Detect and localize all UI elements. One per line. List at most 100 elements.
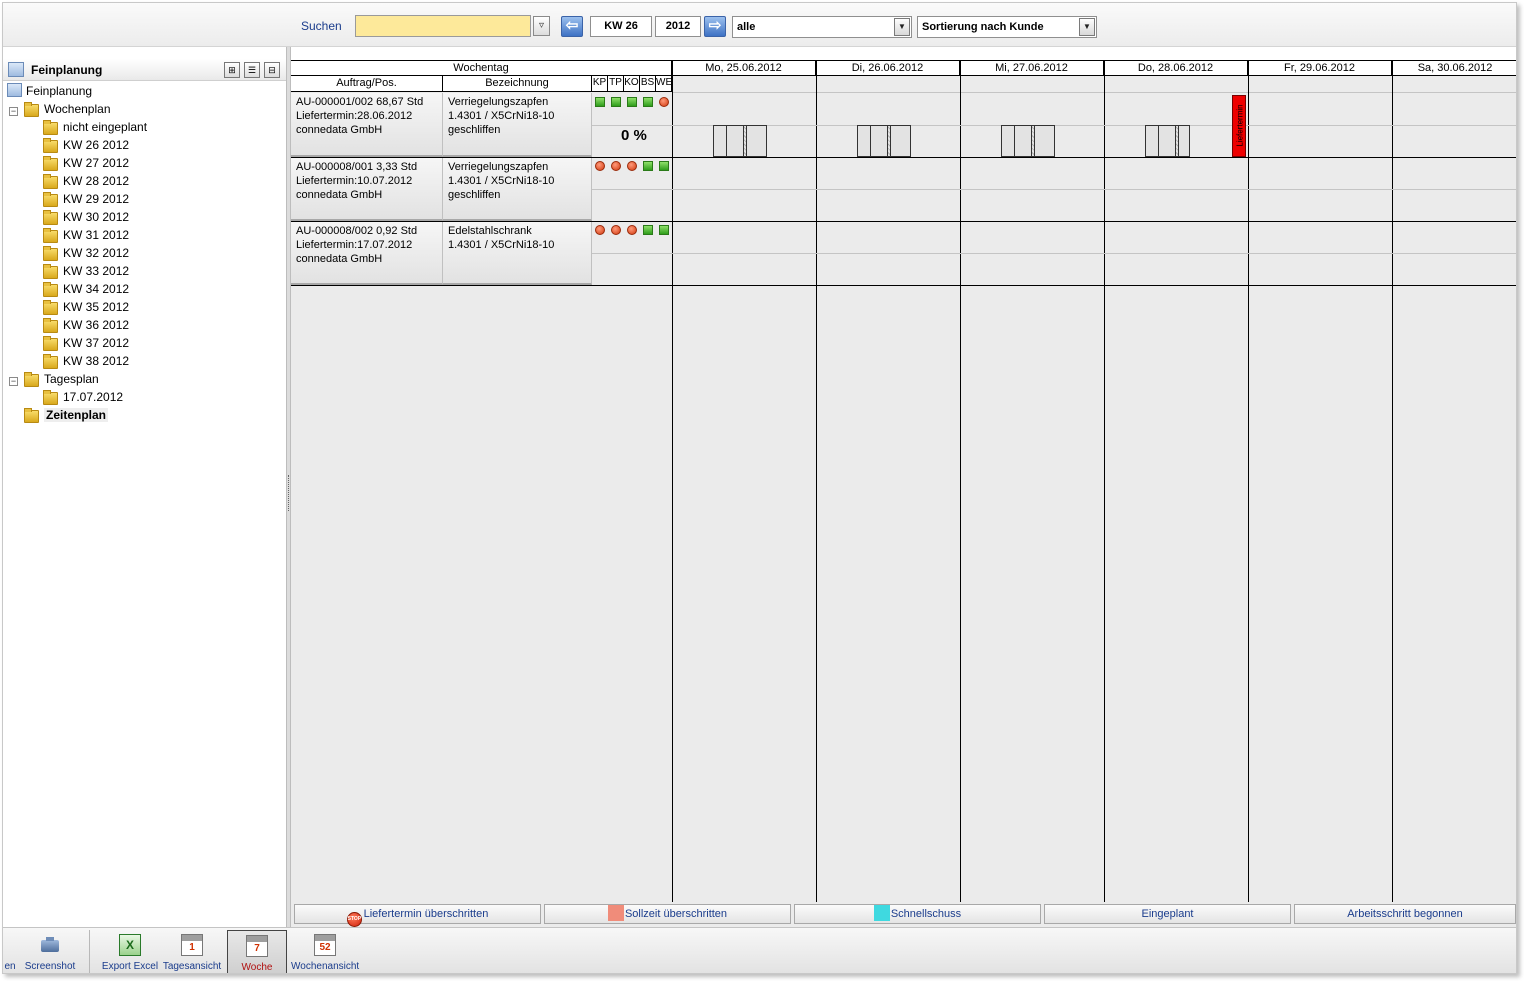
tree-item-week[interactable]: KW 26 2012	[43, 136, 129, 154]
taskbar-button-partial[interactable]: en	[3, 930, 17, 973]
tree-item-week[interactable]: KW 28 2012	[43, 172, 129, 190]
tree-item-label: KW 29 2012	[63, 192, 130, 206]
list-view-button[interactable]: ☰	[244, 62, 260, 78]
chevron-down-icon[interactable]: ▼	[894, 18, 910, 36]
schedule-bar[interactable]	[890, 125, 911, 157]
tree-item-week[interactable]: KW 38 2012	[43, 352, 129, 370]
tree-item-zeitenplan[interactable]: Zeitenplan	[24, 406, 109, 424]
week-field[interactable]: KW 26	[590, 16, 652, 37]
folder-icon	[43, 335, 58, 351]
schedule-bar[interactable]	[870, 125, 888, 157]
customer-name: connedata GmbH	[296, 189, 383, 201]
day-header[interactable]: Mi, 27.06.2012	[960, 61, 1104, 76]
tree-item-tagesplan[interactable]: Tagesplan	[24, 370, 99, 388]
tree-item-label: KW 32 2012	[63, 246, 130, 260]
tree-item-week[interactable]: KW 33 2012	[43, 262, 129, 280]
tree-item-label: Tagesplan	[44, 372, 99, 386]
process-line: geschliffen	[448, 189, 501, 201]
tree-item-week[interactable]: KW 31 2012	[43, 226, 129, 244]
day-view-button[interactable]: 1 Tagesansicht	[161, 930, 223, 973]
arrow-left-icon: ⇦	[565, 17, 579, 34]
table-row-order[interactable]: AU-000008/002 0,92 Std Liefertermin:17.0…	[291, 222, 443, 285]
taskbar-label: Wochenansicht	[291, 961, 360, 972]
tree-item-day[interactable]: 17.07.2012	[43, 388, 123, 406]
tree-item-feinplanung[interactable]: Feinplanung	[7, 82, 92, 100]
deadline-marker-label: Liefertermin	[1235, 104, 1245, 147]
table-row-description[interactable]: Edelstahlschrank 1.4301 / X5CrNi18-10	[443, 222, 592, 285]
table-row-order[interactable]: AU-000008/001 3,33 Std Liefertermin:10.0…	[291, 158, 443, 221]
delivery-date: Liefertermin:17.07.2012	[296, 239, 413, 251]
collapse-tree-button[interactable]: ⊟	[264, 62, 280, 78]
legend-rush-order[interactable]: Schnellschuss	[794, 904, 1041, 924]
tree-item-label: KW 34 2012	[63, 282, 130, 296]
schedule-bar[interactable]	[726, 125, 744, 157]
collapse-toggle[interactable]: −	[9, 107, 18, 116]
tree-item-week[interactable]: KW 37 2012	[43, 334, 129, 352]
grid-line	[1248, 61, 1249, 903]
tree-item-week[interactable]: KW 30 2012	[43, 208, 129, 226]
search-input[interactable]	[355, 15, 531, 37]
search-dropdown-button[interactable]: ▿	[533, 16, 550, 36]
deadline-marker[interactable]: Liefertermin	[1232, 95, 1246, 157]
tree-item-week[interactable]: nicht eingeplant	[43, 118, 147, 136]
table-row-description[interactable]: Verriegelungszapfen 1.4301 / X5CrNi18-10…	[443, 93, 592, 157]
expand-tree-button[interactable]: ⊞	[224, 62, 240, 78]
column-header-description[interactable]: Bezeichnung	[443, 76, 592, 92]
next-week-button[interactable]: ⇨	[704, 16, 726, 37]
legend-label: Eingeplant	[1141, 908, 1194, 920]
schedule-bar[interactable]	[1178, 125, 1190, 157]
tree-item-wochenplan[interactable]: Wochenplan	[24, 100, 111, 118]
sort-select-value: Sortierung nach Kunde	[922, 21, 1044, 33]
tree-item-week[interactable]: KW 29 2012	[43, 190, 129, 208]
calendar-weeks-icon: 52	[314, 934, 336, 956]
table-row-description[interactable]: Verriegelungszapfen 1.4301 / X5CrNi18-10…	[443, 158, 592, 221]
schedule-bar[interactable]	[1145, 125, 1159, 157]
tree-item-label: KW 30 2012	[63, 210, 130, 224]
app-window: Suchen ▿ ⇦ KW 26 2012 ⇨ alle ▼ Sortierun…	[2, 2, 1517, 974]
table-row-order[interactable]: AU-000001/002 68,67 Std Liefertermin:28.…	[291, 93, 443, 157]
sort-select[interactable]: Sortierung nach Kunde ▼	[917, 16, 1097, 38]
filter-select[interactable]: alle ▼	[732, 16, 912, 38]
export-excel-button[interactable]: X Export Excel	[99, 930, 161, 973]
legend-target-time-exceeded[interactable]: Sollzeit überschritten	[544, 904, 791, 924]
tree-item-week[interactable]: KW 27 2012	[43, 154, 129, 172]
chevron-down-icon[interactable]: ▼	[1079, 18, 1095, 36]
tree-item-label: Feinplanung	[26, 84, 93, 98]
schedule-bar[interactable]	[1001, 125, 1015, 157]
column-header-order[interactable]: Auftrag/Pos.	[291, 76, 443, 92]
week-button[interactable]: 7 Woche	[227, 930, 287, 973]
splitter-grip[interactable]	[288, 475, 289, 511]
folder-icon	[43, 353, 58, 369]
schedule-bar[interactable]	[1014, 125, 1032, 157]
day-header[interactable]: Di, 26.06.2012	[816, 61, 960, 76]
taskbar-divider	[89, 930, 90, 973]
day-header[interactable]: Fr, 29.06.2012	[1248, 61, 1392, 76]
legend-delivery-overdue[interactable]: STOP Liefertermin überschritten	[294, 904, 541, 927]
folder-icon	[24, 407, 39, 423]
legend-label: Schnellschuss	[890, 908, 962, 920]
schedule-bar[interactable]	[1034, 125, 1055, 157]
planner-icon	[8, 62, 24, 77]
day-header[interactable]: Mo, 25.06.2012	[672, 61, 816, 76]
schedule-bar[interactable]	[1158, 125, 1176, 157]
tree-item-week[interactable]: KW 32 2012	[43, 244, 129, 262]
day-header[interactable]: Sa, 30.06.2012	[1392, 61, 1516, 76]
year-field[interactable]: 2012	[655, 16, 701, 37]
screenshot-button[interactable]: Screenshot	[19, 930, 81, 973]
navigation-panel: Feinplanung ⊞ ☰ ⊟ Feinplanung − Wochenpl…	[3, 47, 286, 927]
grid-line	[672, 92, 1516, 93]
schedule-bar[interactable]	[857, 125, 871, 157]
tree-item-week[interactable]: KW 35 2012	[43, 298, 129, 316]
schedule-bar[interactable]	[746, 125, 767, 157]
week-view-button[interactable]: 52 Wochenansicht	[291, 930, 360, 973]
legend-step-started[interactable]: Arbeitsschritt begonnen	[1294, 904, 1516, 924]
process-line: geschliffen	[448, 124, 501, 136]
day-header[interactable]: Do, 28.06.2012	[1104, 61, 1248, 76]
collapse-toggle[interactable]: −	[9, 377, 18, 386]
material-line: 1.4301 / X5CrNi18-10	[448, 175, 555, 187]
tree-item-week[interactable]: KW 36 2012	[43, 316, 129, 334]
schedule-bar[interactable]	[713, 125, 727, 157]
previous-week-button[interactable]: ⇦	[561, 16, 583, 37]
legend-planned[interactable]: Eingeplant	[1044, 904, 1291, 924]
tree-item-week[interactable]: KW 34 2012	[43, 280, 129, 298]
